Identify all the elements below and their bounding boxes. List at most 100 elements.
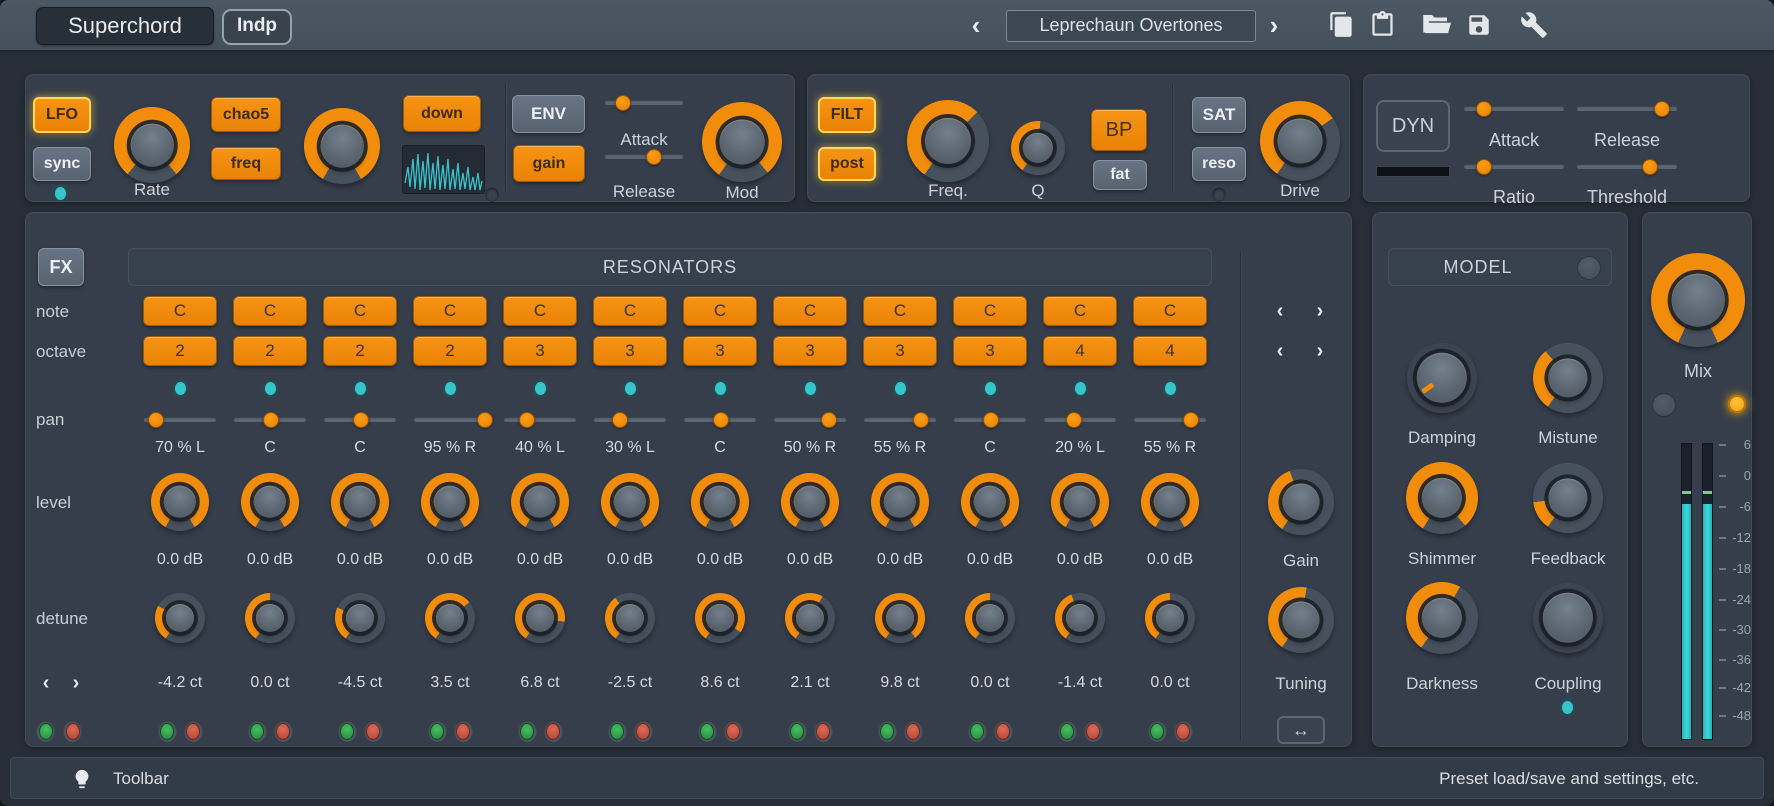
level-knob[interactable] xyxy=(151,473,209,531)
resonator-on-led[interactable] xyxy=(788,720,807,742)
note-button[interactable]: C xyxy=(953,296,1027,326)
resonator-on-led[interactable] xyxy=(518,720,537,742)
resonator-mute-led[interactable] xyxy=(1174,720,1193,742)
pan-slider[interactable] xyxy=(504,411,576,427)
detune-next-button[interactable]: › xyxy=(64,671,88,695)
pan-slider[interactable] xyxy=(774,411,846,427)
note-button[interactable]: C xyxy=(1133,296,1207,326)
note-button[interactable]: C xyxy=(143,296,217,326)
resonator-mute-led[interactable] xyxy=(1084,720,1103,742)
resonator-mute-led[interactable] xyxy=(814,720,833,742)
octave-shift-down-button[interactable]: ‹ xyxy=(1268,339,1292,363)
pan-slider[interactable] xyxy=(414,411,486,427)
note-button[interactable]: C xyxy=(413,296,487,326)
detune-knob[interactable] xyxy=(1145,593,1195,643)
model-header-led[interactable] xyxy=(1577,256,1601,280)
output-mono-led[interactable] xyxy=(1652,393,1676,417)
level-knob[interactable] xyxy=(961,473,1019,531)
octave-button[interactable]: 2 xyxy=(143,336,217,366)
resonator-on-led[interactable] xyxy=(1058,720,1077,742)
octave-button[interactable]: 3 xyxy=(773,336,847,366)
note-button[interactable]: C xyxy=(1043,296,1117,326)
note-button[interactable]: C xyxy=(593,296,667,326)
level-knob[interactable] xyxy=(421,473,479,531)
detune-knob[interactable] xyxy=(695,593,745,643)
resonator-mute-led[interactable] xyxy=(994,720,1013,742)
resonator-mute-led[interactable] xyxy=(544,720,563,742)
resonator-mute-led[interactable] xyxy=(454,720,473,742)
detune-knob[interactable] xyxy=(605,593,655,643)
resonator-on-led[interactable] xyxy=(338,720,357,742)
stereo-swap-button[interactable]: ↔ xyxy=(1277,716,1325,744)
note-shift-up-button[interactable]: › xyxy=(1308,299,1332,323)
mix-knob[interactable] xyxy=(1651,253,1745,347)
pan-slider[interactable] xyxy=(1044,411,1116,427)
level-knob[interactable] xyxy=(1051,473,1109,531)
detune-knob[interactable] xyxy=(1055,593,1105,643)
level-knob[interactable] xyxy=(331,473,389,531)
resonators-tuning-knob[interactable] xyxy=(1268,587,1334,653)
resonator-on-led[interactable] xyxy=(1148,720,1167,742)
model-darkness-knob[interactable] xyxy=(1406,582,1478,654)
resonator-mute-led[interactable] xyxy=(184,720,203,742)
octave-button[interactable]: 3 xyxy=(863,336,937,366)
note-button[interactable]: C xyxy=(683,296,757,326)
resonator-mute-led[interactable] xyxy=(724,720,743,742)
octave-button[interactable]: 2 xyxy=(413,336,487,366)
pan-slider[interactable] xyxy=(594,411,666,427)
level-knob[interactable] xyxy=(601,473,659,531)
resonator-on-led[interactable] xyxy=(248,720,267,742)
master-active-led[interactable] xyxy=(36,720,55,742)
note-button[interactable]: C xyxy=(773,296,847,326)
output-active-led[interactable] xyxy=(1728,395,1746,413)
level-knob[interactable] xyxy=(511,473,569,531)
resonator-mute-led[interactable] xyxy=(634,720,653,742)
level-knob[interactable] xyxy=(781,473,839,531)
detune-knob[interactable] xyxy=(155,593,205,643)
resonator-mute-led[interactable] xyxy=(274,720,293,742)
octave-button[interactable]: 3 xyxy=(593,336,667,366)
note-shift-down-button[interactable]: ‹ xyxy=(1268,299,1292,323)
octave-button[interactable]: 4 xyxy=(1133,336,1207,366)
pan-slider[interactable] xyxy=(234,411,306,427)
note-button[interactable]: C xyxy=(503,296,577,326)
note-button[interactable]: C xyxy=(233,296,307,326)
pan-slider[interactable] xyxy=(324,411,396,427)
detune-knob[interactable] xyxy=(425,593,475,643)
pan-slider[interactable] xyxy=(144,411,216,427)
model-coupling-knob[interactable] xyxy=(1533,583,1603,653)
octave-button[interactable]: 4 xyxy=(1043,336,1117,366)
resonator-mute-led[interactable] xyxy=(904,720,923,742)
resonator-on-led[interactable] xyxy=(968,720,987,742)
octave-shift-up-button[interactable]: › xyxy=(1308,339,1332,363)
level-knob[interactable] xyxy=(1141,473,1199,531)
resonator-on-led[interactable] xyxy=(608,720,627,742)
resonator-on-led[interactable] xyxy=(878,720,897,742)
model-shimmer-knob[interactable] xyxy=(1406,462,1478,534)
detune-knob[interactable] xyxy=(875,593,925,643)
level-knob[interactable] xyxy=(241,473,299,531)
note-button[interactable]: C xyxy=(323,296,397,326)
model-feedback-knob[interactable] xyxy=(1533,463,1603,533)
resonators-gain-knob[interactable] xyxy=(1268,469,1334,535)
resonator-on-led[interactable] xyxy=(158,720,177,742)
pan-slider[interactable] xyxy=(684,411,756,427)
model-mistune-knob[interactable] xyxy=(1533,343,1603,413)
resonator-mute-led[interactable] xyxy=(364,720,383,742)
detune-knob[interactable] xyxy=(245,593,295,643)
detune-knob[interactable] xyxy=(785,593,835,643)
note-button[interactable]: C xyxy=(863,296,937,326)
detune-knob[interactable] xyxy=(965,593,1015,643)
detune-knob[interactable] xyxy=(335,593,385,643)
octave-button[interactable]: 2 xyxy=(233,336,307,366)
master-mute-led[interactable] xyxy=(63,720,82,742)
octave-button[interactable]: 3 xyxy=(953,336,1027,366)
resonator-on-led[interactable] xyxy=(698,720,717,742)
pan-slider[interactable] xyxy=(954,411,1026,427)
resonator-on-led[interactable] xyxy=(428,720,447,742)
octave-button[interactable]: 2 xyxy=(323,336,397,366)
detune-knob[interactable] xyxy=(515,593,565,643)
level-knob[interactable] xyxy=(871,473,929,531)
detune-prev-button[interactable]: ‹ xyxy=(34,671,58,695)
model-damping-knob[interactable] xyxy=(1407,343,1477,413)
